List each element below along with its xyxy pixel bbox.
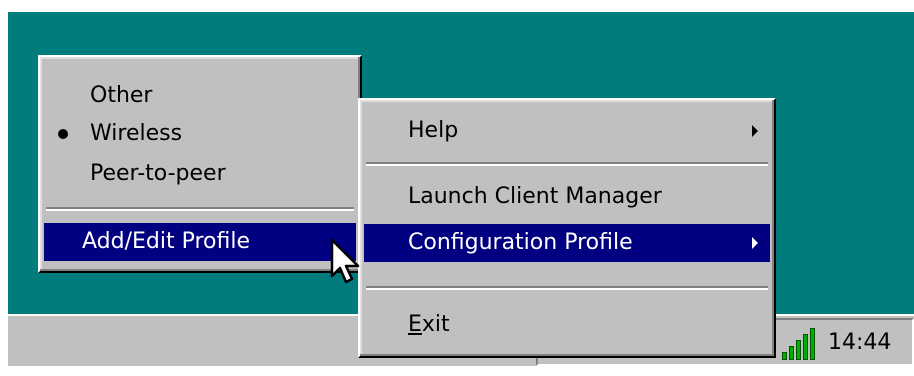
menu-item-exit[interactable]: Exit bbox=[364, 306, 770, 344]
menu-item-peer-to-peer[interactable]: Peer-to-peer bbox=[44, 155, 356, 193]
menu-item-other[interactable]: Other bbox=[44, 77, 356, 115]
menu-item-label: Help bbox=[408, 118, 459, 143]
profile-submenu: Other Wireless Peer-to-peer Add/Edit Pro… bbox=[38, 55, 362, 273]
submenu-arrow-icon bbox=[752, 125, 758, 137]
menu-item-label: Peer-to-peer bbox=[90, 161, 226, 186]
mouse-cursor-icon bbox=[330, 238, 360, 284]
radio-bullet-icon bbox=[58, 129, 68, 139]
menu-item-configuration-profile[interactable]: Configuration Profile bbox=[364, 224, 770, 262]
menu-item-label: Wireless bbox=[90, 121, 183, 146]
menu-item-label: Exit bbox=[408, 306, 450, 344]
menu-item-launch-client-manager[interactable]: Launch Client Manager bbox=[364, 178, 770, 216]
submenu-arrow-icon bbox=[752, 237, 758, 249]
menu-item-wireless[interactable]: Wireless bbox=[44, 115, 356, 153]
tray-context-menu: Help Launch Client Manager Configuration… bbox=[358, 98, 776, 358]
menu-separator bbox=[366, 162, 768, 166]
menu-item-label: Configuration Profile bbox=[408, 230, 633, 255]
menu-item-mnemonic: E bbox=[408, 312, 422, 337]
menu-item-label: Launch Client Manager bbox=[408, 184, 662, 209]
menu-separator bbox=[366, 286, 768, 290]
menu-item-help[interactable]: Help bbox=[364, 112, 770, 150]
menu-item-label: Add/Edit Profile bbox=[82, 229, 251, 254]
signal-strength-icon[interactable] bbox=[782, 328, 816, 360]
clock[interactable]: 14:44 bbox=[828, 330, 891, 355]
menu-item-add-edit-profile[interactable]: Add/Edit Profile bbox=[44, 223, 356, 261]
menu-item-label: Other bbox=[90, 83, 153, 108]
menu-separator bbox=[46, 207, 354, 211]
menu-item-label-rest: xit bbox=[421, 312, 450, 337]
